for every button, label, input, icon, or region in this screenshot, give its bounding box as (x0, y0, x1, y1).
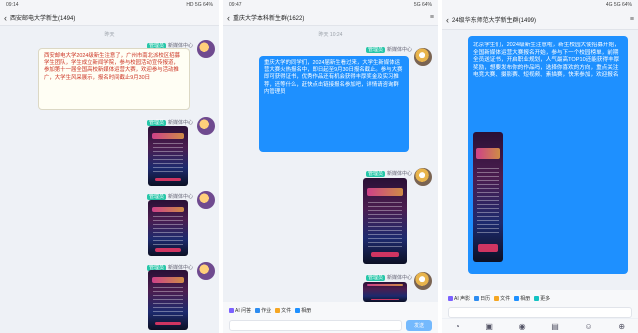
file-icon (494, 295, 500, 301)
back-arrow-icon[interactable]: ‹ (446, 15, 449, 25)
toolbar-more[interactable]: 更多 (534, 295, 550, 302)
status-bar: 09:14 HD 5G 64% (0, 0, 219, 10)
homework-icon (255, 307, 261, 313)
redpacket-icon[interactable]: ▤ (551, 322, 559, 331)
toolbar-calendar[interactable]: 日历 (474, 295, 490, 302)
status-time: 09:47 (229, 2, 242, 8)
more-apps-icon (534, 295, 540, 301)
message-input[interactable] (229, 319, 402, 331)
timestamp: 昨天 10:24 (318, 32, 343, 38)
message-bubble[interactable]: 西安邮电大学2024级新生注意了，广州市南北派校区招募学生团队，学生成立新闻学院… (38, 48, 190, 110)
message-bubble[interactable]: 北京学生们，2024级新生注意啦，新生校园大使招募开始，全国新媒体运营大赛报名开… (468, 36, 628, 274)
sender-label: 管理员 新媒体中心 (146, 120, 193, 126)
avatar[interactable] (197, 191, 215, 209)
chat-header: ‹ 24级华东师范大学新生群(1499) ≡ (442, 10, 638, 30)
status-right: 5G 64% (413, 2, 432, 8)
toolbar-file[interactable]: 文件 (494, 295, 510, 302)
group-title: 24级华东师范大学新生群(1499) (452, 18, 537, 24)
sender-label: 管理员 新媒体中心 (365, 47, 412, 53)
group-title: 西安邮电大学新生(1494) (10, 16, 76, 22)
chat-screenshot-left: 09:14 HD 5G 64% ‹ 西安邮电大学新生(1494) 昨天 管理员新… (0, 0, 219, 333)
quick-toolbar: AI 声影 日历 文件 相册 更多 (442, 290, 638, 306)
sender-label: 管理员 新媒体中心 (146, 194, 193, 200)
timestamp: 昨天 (104, 32, 115, 38)
sender-label: 管理员 新媒体中心 (365, 275, 412, 281)
chat-header: ‹ 西安邮电大学新生(1494) (0, 10, 219, 26)
send-button[interactable]: 发送 (406, 319, 432, 331)
status-bar: 09:47 5G 64% (223, 0, 438, 10)
image-icon[interactable]: ▣ (485, 322, 493, 331)
avatar[interactable] (197, 40, 215, 58)
image-message[interactable] (148, 200, 188, 256)
image-message[interactable] (363, 178, 407, 264)
sender-label: 管理员 新媒体中心 (365, 171, 412, 177)
input-bar (442, 306, 638, 318)
toolbar-album[interactable]: 相册 (514, 295, 530, 302)
image-message[interactable] (473, 132, 503, 262)
message-bubble[interactable]: 重庆大学的同学们，2024届新生看过来，大学生新媒体运营大赛火热报名中，即日起至… (259, 56, 409, 152)
emoji-icon[interactable]: ☺ (585, 322, 593, 331)
chat-screenshot-right: 4G 5G 64% ‹ 24级华东师范大学新生群(1499) ≡ 北京学生们，2… (442, 0, 638, 333)
camera-icon[interactable]: ◉ (519, 322, 526, 331)
album-icon (295, 307, 301, 313)
plus-icon[interactable]: ⊕ (618, 322, 625, 331)
toolbar-ai[interactable]: AI 声影 (448, 295, 470, 302)
avatar[interactable] (414, 272, 432, 290)
chat-header: ‹ 重庆大学本科新生群(1622) ≡ (223, 10, 438, 26)
group-title: 重庆大学本科新生群(1622) (233, 16, 305, 22)
back-arrow-icon[interactable]: ‹ (227, 13, 230, 23)
avatar[interactable] (414, 168, 432, 186)
back-arrow-icon[interactable]: ‹ (4, 13, 7, 23)
status-bar: 4G 5G 64% (442, 0, 638, 10)
input-icon-row: ◔ ▣ ◉ ▤ ☺ ⊕ (442, 319, 638, 333)
toolbar-ai[interactable]: AI 问答 (229, 307, 251, 314)
message-input[interactable] (448, 306, 632, 318)
image-message[interactable] (148, 126, 188, 186)
file-icon (275, 307, 281, 313)
more-icon[interactable]: ≡ (630, 16, 634, 23)
ai-icon (229, 307, 234, 313)
image-message[interactable] (148, 270, 188, 330)
chat-screenshot-middle: 09:47 5G 64% ‹ 重庆大学本科新生群(1622) ≡ 昨天 10:2… (223, 0, 438, 333)
avatar[interactable] (414, 48, 432, 66)
status-time: 09:14 (6, 2, 19, 8)
status-right: 4G 5G 64% (605, 2, 632, 8)
toolbar-album[interactable]: 相册 (295, 307, 311, 314)
status-right: HD 5G 64% (186, 2, 213, 8)
ai-icon (448, 295, 453, 301)
image-message[interactable] (363, 282, 407, 302)
input-bar: 发送 (223, 316, 438, 333)
toolbar-homework[interactable]: 作业 (255, 307, 271, 314)
calendar-icon (474, 295, 480, 301)
toolbar-file[interactable]: 文件 (275, 307, 291, 314)
album-icon (514, 295, 520, 301)
voice-icon[interactable]: ◔ (455, 322, 460, 331)
avatar[interactable] (197, 117, 215, 135)
avatar[interactable] (197, 262, 215, 280)
more-icon[interactable]: ≡ (430, 14, 434, 21)
